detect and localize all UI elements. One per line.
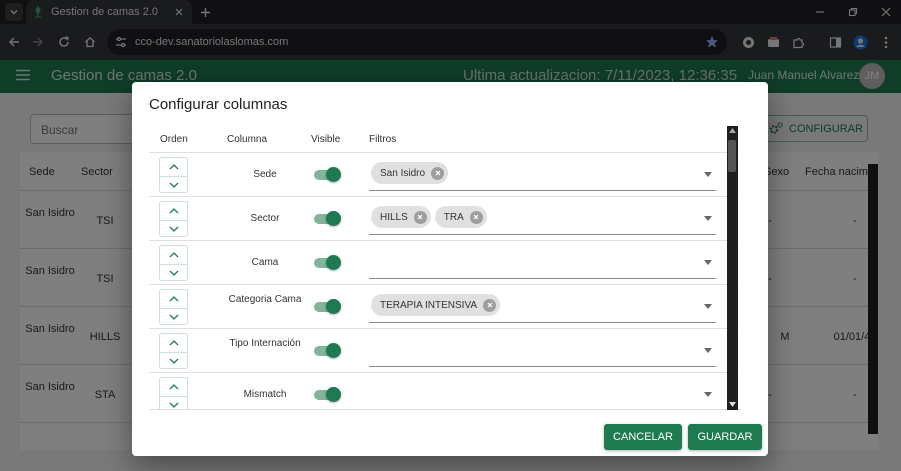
scroll-thumb[interactable]	[728, 140, 736, 172]
order-controls	[159, 201, 188, 237]
move-up-button[interactable]	[160, 246, 187, 263]
chip-remove-icon[interactable]	[413, 210, 427, 224]
filter-chip: HILLS	[371, 206, 431, 228]
chevron-down-icon	[169, 270, 178, 276]
order-controls	[159, 245, 188, 281]
dropdown-arrow-icon	[704, 304, 712, 309]
header-filtros: Filtros	[369, 134, 397, 145]
move-up-button[interactable]	[160, 202, 187, 219]
filter-select[interactable]	[369, 247, 716, 279]
config-row: Tipo Internación	[149, 329, 739, 373]
chevron-up-icon	[169, 339, 178, 345]
move-down-button[interactable]	[160, 308, 187, 325]
chip-remove-icon[interactable]	[469, 210, 483, 224]
config-row: Categoria Cama TERAPIA INTENSIVA	[149, 285, 739, 329]
config-row: Mismatch	[149, 373, 739, 409]
chip-remove-icon[interactable]	[431, 166, 445, 180]
dropdown-arrow-icon	[704, 392, 712, 397]
filter-chip: San Isidro	[371, 162, 449, 184]
visible-toggle[interactable]	[314, 387, 341, 402]
header-visible: Visible	[311, 134, 341, 145]
chevron-down-icon	[169, 402, 178, 408]
config-row: Sede San Isidro	[149, 153, 739, 197]
order-controls	[159, 333, 188, 369]
columns-config-table: Orden Columna Visible Filtros Sede San I…	[149, 126, 740, 410]
cancel-button[interactable]: CANCELAR	[604, 424, 682, 450]
chevron-down-icon	[169, 314, 178, 320]
config-row: Sector HILLS TRA	[149, 197, 739, 241]
header-columna: Columna	[227, 134, 268, 145]
visible-toggle[interactable]	[314, 255, 341, 270]
column-name: Cama	[251, 257, 279, 268]
chevron-down-icon	[169, 182, 178, 188]
visible-toggle[interactable]	[314, 167, 341, 182]
chip-label: San Isidro	[380, 167, 426, 179]
move-up-button[interactable]	[160, 378, 187, 395]
dropdown-arrow-icon	[704, 216, 712, 221]
move-up-button[interactable]	[160, 290, 187, 307]
chevron-up-icon	[169, 295, 178, 301]
move-down-button[interactable]	[160, 176, 187, 193]
chevron-up-icon	[169, 163, 178, 169]
chevron-down-icon	[169, 226, 178, 232]
move-down-button[interactable]	[160, 352, 187, 369]
column-name: Sede	[253, 169, 277, 180]
filter-select[interactable]: TERAPIA INTENSIVA	[369, 291, 716, 323]
filter-chip: TRA	[434, 206, 487, 228]
dropdown-arrow-icon	[704, 260, 712, 265]
filter-select[interactable]: San Isidro	[369, 159, 716, 191]
move-up-button[interactable]	[160, 334, 187, 351]
chip-label: TERAPIA INTENSIVA	[380, 299, 478, 311]
chip-label: HILLS	[380, 211, 408, 223]
save-button[interactable]: GUARDAR	[688, 424, 762, 450]
configure-columns-dialog: Configurar columnas Orden Columna Visibl…	[132, 82, 768, 456]
chevron-down-icon	[169, 358, 178, 364]
chevron-up-icon	[169, 383, 178, 389]
order-controls	[159, 377, 188, 409]
scroll-down-arrow-icon[interactable]	[729, 402, 736, 407]
column-name: Tipo Internación	[229, 338, 301, 349]
order-controls	[159, 289, 188, 325]
dropdown-arrow-icon	[704, 172, 712, 177]
move-up-button[interactable]	[160, 158, 187, 175]
filter-select[interactable]	[369, 379, 716, 409]
move-down-button[interactable]	[160, 220, 187, 237]
dialog-scrollbar[interactable]	[727, 126, 738, 410]
move-down-button[interactable]	[160, 396, 187, 409]
visible-toggle[interactable]	[314, 299, 341, 314]
filter-select[interactable]: HILLS TRA	[369, 203, 716, 235]
config-row: Cama	[149, 241, 739, 285]
header-orden: Orden	[160, 134, 188, 145]
chevron-up-icon	[169, 207, 178, 213]
column-name: Mismatch	[243, 389, 287, 400]
visible-toggle[interactable]	[314, 343, 341, 358]
dialog-title: Configurar columnas	[149, 96, 288, 113]
scroll-up-arrow-icon[interactable]	[729, 128, 736, 133]
dropdown-arrow-icon	[704, 348, 712, 353]
column-name: Sector	[250, 213, 280, 224]
column-name: Categoria Cama	[228, 294, 302, 305]
order-controls	[159, 157, 188, 193]
chevron-up-icon	[169, 251, 178, 257]
move-down-button[interactable]	[160, 264, 187, 281]
filter-chip: TERAPIA INTENSIVA	[371, 294, 501, 316]
chip-remove-icon[interactable]	[483, 298, 497, 312]
chip-label: TRA	[443, 211, 464, 223]
visible-toggle[interactable]	[314, 211, 341, 226]
filter-select[interactable]	[369, 335, 716, 367]
